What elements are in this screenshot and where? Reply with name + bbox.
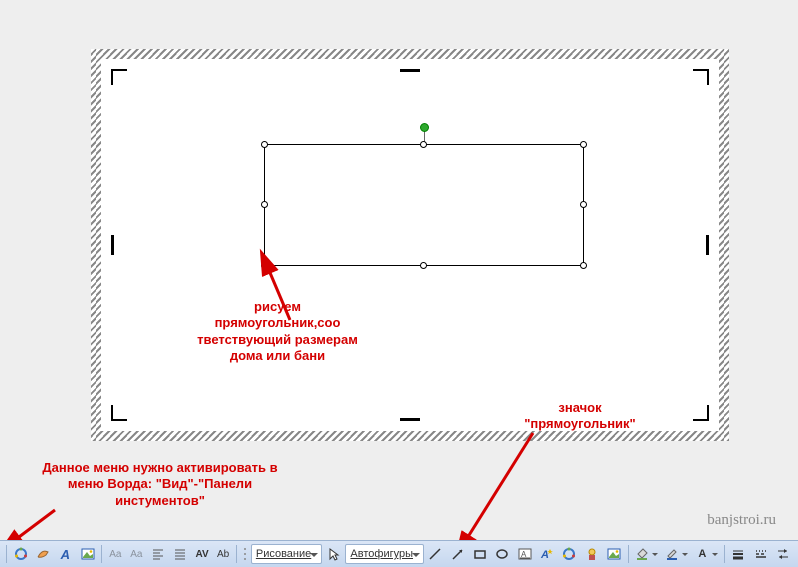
- resize-handle-bm[interactable]: [420, 262, 427, 269]
- line-tool-button[interactable]: [425, 544, 446, 564]
- font-color-icon: A: [695, 546, 710, 562]
- annotation-shape-label: рисуем прямоугольник,соо тветствующий ра…: [195, 299, 360, 364]
- diagram-button[interactable]: [10, 544, 31, 564]
- insert-clipart-button[interactable]: [581, 544, 602, 564]
- insert-diagram-button[interactable]: [559, 544, 580, 564]
- line-weight-button[interactable]: [728, 544, 749, 564]
- annotation-icon-label: значок "прямоугольник": [510, 400, 650, 433]
- fill-color-button[interactable]: [632, 544, 661, 564]
- paint-button[interactable]: [32, 544, 53, 564]
- resize-handle-mr[interactable]: [580, 201, 587, 208]
- arrow-style-icon: [776, 546, 791, 562]
- toolbar-separator: [101, 545, 102, 563]
- annotation-arrow-icon: [448, 428, 548, 546]
- rectangle-tool-button[interactable]: [469, 544, 490, 564]
- text-effect-button-2[interactable]: Aa: [126, 544, 146, 564]
- align-justify-icon: [173, 546, 188, 562]
- paint-icon: [35, 546, 50, 562]
- crop-mark-br: [693, 405, 709, 421]
- textcase-icon: Ab: [217, 549, 229, 560]
- crop-mark-tr: [693, 69, 709, 85]
- resize-handle-br[interactable]: [580, 262, 587, 269]
- toolbar-grip[interactable]: [240, 544, 250, 564]
- text-effect-icon: Aa: [130, 549, 142, 560]
- resize-handle-tr[interactable]: [580, 141, 587, 148]
- line-weight-icon: [731, 546, 746, 562]
- drawing-toolbar: A Aa Aa AV Ab Рисование Автофигуры A A A: [0, 540, 798, 567]
- align-left-icon: [150, 546, 165, 562]
- crop-mark-bl: [111, 405, 127, 421]
- char-spacing-button[interactable]: AV: [192, 544, 212, 564]
- arrow-tool-button[interactable]: [447, 544, 468, 564]
- align-left-button[interactable]: [147, 544, 168, 564]
- pointer-icon: [326, 546, 341, 562]
- text-effect-button-1[interactable]: Aa: [105, 544, 125, 564]
- line-icon: [428, 546, 443, 562]
- toolbar-separator: [724, 545, 725, 563]
- selected-rectangle-shape[interactable]: [264, 144, 584, 266]
- image-icon: [606, 546, 621, 562]
- insert-picture-button[interactable]: [77, 544, 98, 564]
- resize-handle-tl[interactable]: [261, 141, 268, 148]
- wordart-sparkle-icon: A: [539, 546, 554, 562]
- char-spacing-icon: AV: [195, 549, 208, 560]
- oval-icon: [495, 546, 510, 562]
- autoshapes-menu[interactable]: Автофигуры: [345, 544, 423, 564]
- arrow-style-button[interactable]: [773, 544, 794, 564]
- crop-mark-tl: [111, 69, 127, 85]
- toolbar-separator: [236, 545, 237, 563]
- dropdown-arrow-icon: [652, 553, 658, 559]
- select-objects-button[interactable]: [323, 544, 344, 564]
- edge-mark-bottom: [400, 418, 420, 421]
- align-justify-button[interactable]: [170, 544, 191, 564]
- textbox-tool-button[interactable]: A: [514, 544, 535, 564]
- dash-style-icon: [753, 546, 768, 562]
- clipart-icon: [584, 546, 599, 562]
- textcase-button[interactable]: Ab: [213, 544, 233, 564]
- svg-text:A: A: [540, 549, 549, 561]
- watermark: banjstroi.ru: [707, 512, 776, 529]
- annotation-menu-label: Данное меню нужно активировать в меню Во…: [30, 460, 290, 509]
- wordart-icon: A: [58, 546, 73, 562]
- edge-mark-right: [706, 235, 709, 255]
- rectangle-icon: [472, 546, 487, 562]
- grip-icon: [243, 546, 247, 562]
- dropdown-arrow-icon: [712, 553, 718, 559]
- rotation-handle[interactable]: [420, 123, 429, 132]
- text-effect-icon: Aa: [109, 549, 121, 560]
- toolbar-separator: [6, 545, 7, 563]
- picture-icon: [80, 546, 95, 562]
- edge-mark-left: [111, 235, 114, 255]
- insert-wordart-button[interactable]: A: [536, 544, 557, 564]
- draw-menu[interactable]: Рисование: [251, 544, 322, 564]
- fill-bucket-icon: [635, 546, 650, 562]
- draw-menu-label: Рисование: [256, 548, 311, 560]
- toolbar-separator: [628, 545, 629, 563]
- dropdown-arrow-icon: [682, 553, 688, 559]
- resize-handle-ml[interactable]: [261, 201, 268, 208]
- line-color-icon: [665, 546, 680, 562]
- insert-image-button[interactable]: [603, 544, 624, 564]
- wordart-button[interactable]: A: [55, 544, 76, 564]
- resize-handle-bl[interactable]: [261, 262, 268, 269]
- resize-handle-tm[interactable]: [420, 141, 427, 148]
- edge-mark-top: [400, 69, 420, 72]
- arrow-icon: [450, 546, 465, 562]
- font-color-button[interactable]: A: [692, 544, 721, 564]
- diagram-icon: [562, 546, 577, 562]
- textbox-icon: A: [517, 546, 532, 562]
- oval-tool-button[interactable]: [492, 544, 513, 564]
- autoshapes-menu-label: Автофигуры: [350, 548, 413, 560]
- dash-style-button[interactable]: [750, 544, 771, 564]
- diagram-icon: [13, 546, 28, 562]
- line-color-button[interactable]: [662, 544, 691, 564]
